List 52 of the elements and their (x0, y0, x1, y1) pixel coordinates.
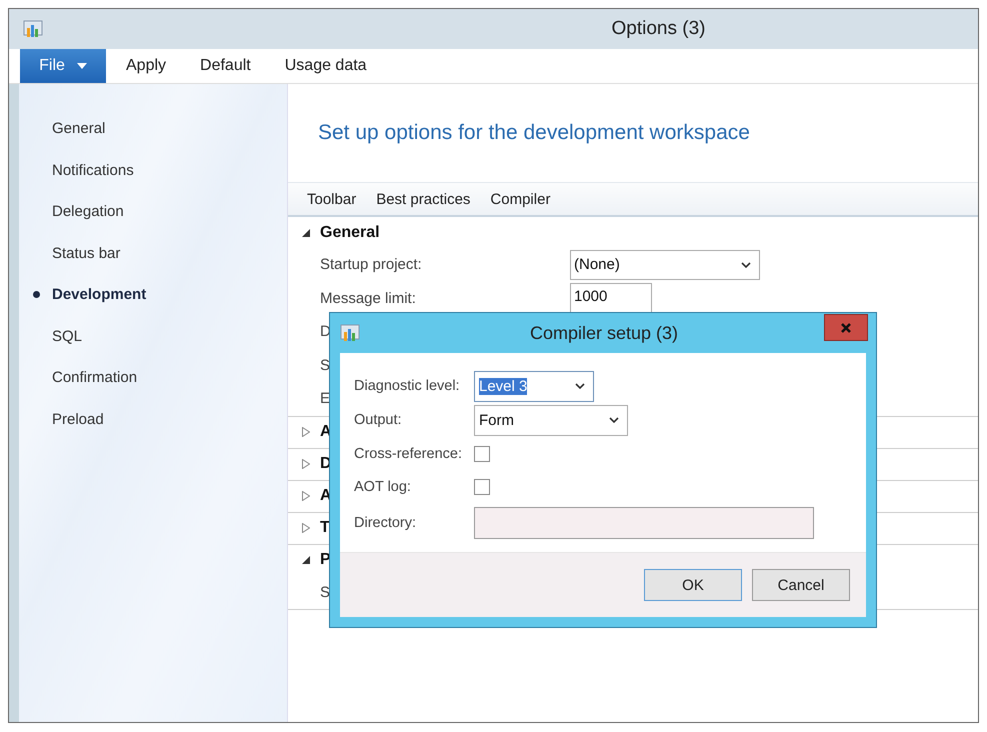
bullet-icon (33, 291, 40, 298)
window-title: Options (3) (610, 18, 706, 40)
checkbox[interactable] (474, 446, 490, 462)
expanded-icon[interactable] (302, 556, 310, 564)
tab[interactable]: Compiler (480, 190, 560, 208)
field-label: E (320, 390, 332, 408)
dropdown[interactable]: (None) (570, 250, 760, 280)
field-label: S (320, 584, 332, 601)
sidebar-item[interactable]: General (19, 108, 287, 150)
collapsed-icon[interactable] (302, 523, 310, 533)
checkbox[interactable] (474, 478, 490, 494)
close-icon (840, 322, 852, 334)
tab[interactable]: Toolbar (297, 190, 366, 208)
section-title: General (320, 224, 380, 242)
sidebar-item[interactable]: SQL (19, 316, 287, 357)
collapsed-icon[interactable] (302, 459, 310, 469)
sidebar-item[interactable]: Notifications (19, 150, 287, 191)
page-heading: Set up options for the development workspace (318, 121, 750, 145)
chevron-icon (575, 383, 585, 389)
app-icon (340, 323, 360, 343)
field-label: Directory: (354, 515, 418, 531)
sidebar-item[interactable]: Delegation (19, 191, 287, 232)
dialog-button[interactable]: Cancel (752, 569, 850, 601)
sidebar-item[interactable]: Preload (19, 398, 287, 440)
field-label: Cross-reference: (354, 446, 463, 462)
menu-item[interactable]: Apply (112, 49, 180, 83)
field-label: Message limit: (320, 290, 417, 307)
sidebar-item[interactable]: Status bar (19, 232, 287, 274)
menu-item[interactable]: Default (186, 49, 265, 83)
collapsed-icon[interactable] (302, 427, 310, 437)
file-menu-button[interactable]: File (20, 49, 106, 83)
tab[interactable]: Best practices (366, 190, 480, 208)
collapsed-icon[interactable] (302, 491, 310, 501)
field-label: Output: (354, 412, 403, 428)
close-button[interactable] (824, 314, 868, 341)
chevron-icon (741, 262, 751, 268)
dropdown[interactable]: Form (474, 404, 628, 436)
dialog-title: Compiler setup (3) (528, 322, 680, 344)
section-title: T (320, 519, 330, 537)
dropdown[interactable]: Level 3 (474, 370, 594, 402)
field-label: S (320, 356, 332, 374)
caret-icon (76, 63, 87, 69)
field-label: AOT log: (354, 478, 412, 494)
field-label: Diagnostic level: (354, 378, 461, 394)
dialog-button[interactable]: OK (644, 569, 742, 601)
sidebar-item[interactable]: Confirmation (19, 357, 287, 398)
expanded-icon[interactable] (302, 228, 310, 236)
field-label: Startup project: (320, 256, 423, 274)
chevron-icon (609, 417, 619, 423)
app-icon (23, 19, 43, 39)
menu-item[interactable]: Usage data (270, 49, 381, 83)
sidebar-item[interactable]: Development (19, 274, 287, 316)
